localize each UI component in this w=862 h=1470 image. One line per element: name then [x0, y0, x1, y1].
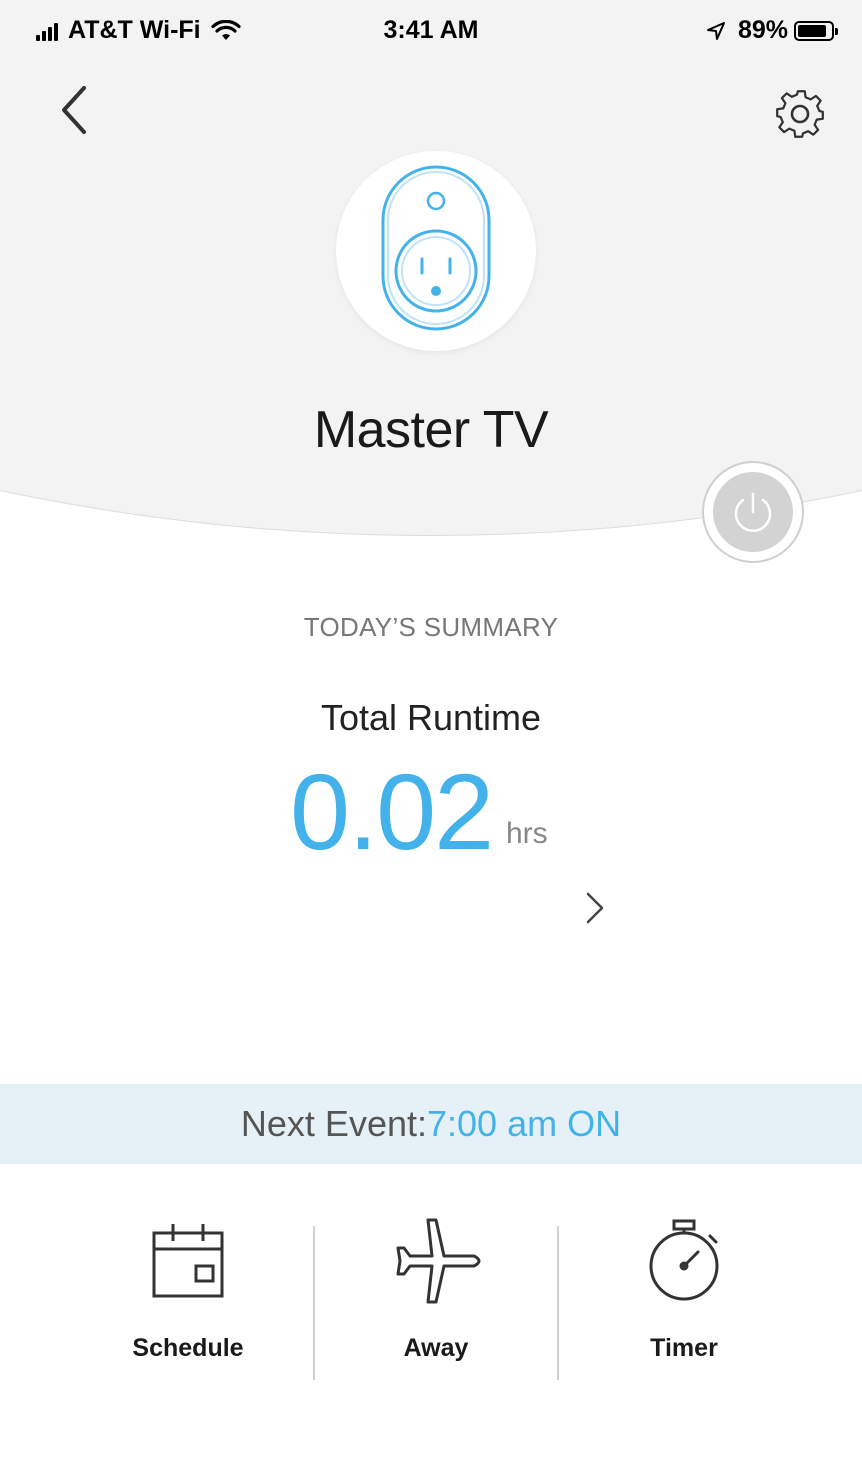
status-right: 89%: [706, 16, 838, 45]
chevron-left-icon: [62, 86, 86, 134]
location-arrow-icon: [706, 21, 725, 40]
gear-icon: [776, 90, 824, 138]
runtime-label: Total Runtime: [320, 697, 542, 738]
action-bar: Schedule Away Timer: [0, 1210, 862, 1400]
schedule-button[interactable]: Schedule: [98, 1210, 278, 1390]
next-event-value: 7:00 am ON: [427, 1103, 622, 1144]
battery-icon: [794, 20, 838, 41]
action-divider: [313, 1226, 315, 1380]
runtime-unit: hrs: [506, 817, 548, 850]
power-toggle-knob: [713, 472, 793, 552]
next-event-bar[interactable]: Next Event: 7:00 am ON: [0, 1084, 862, 1164]
status-bar: AT&T Wi-Fi 3:41 AM 89%: [0, 0, 862, 60]
next-event-label: Next Event:: [240, 1103, 427, 1144]
power-icon: [734, 492, 772, 532]
battery-fill: [798, 24, 827, 37]
battery-tip: [835, 27, 838, 35]
settings-button[interactable]: [770, 84, 830, 144]
chevron-right-icon: [586, 892, 604, 924]
runtime-detail-button[interactable]: [580, 888, 610, 928]
summary-heading: TODAY’S SUMMARY: [303, 612, 559, 642]
power-toggle[interactable]: [702, 461, 804, 563]
battery-percent: 89%: [737, 16, 788, 44]
device-screen: AT&T Wi-Fi 3:41 AM 89% Master TV TODAY’S…: [0, 0, 862, 1470]
device-name: Master TV: [313, 401, 549, 459]
schedule-label: Schedule: [132, 1334, 244, 1362]
timer-label: Timer: [650, 1334, 718, 1362]
action-divider: [557, 1226, 559, 1380]
away-label: Away: [403, 1334, 469, 1362]
device-image: [336, 151, 536, 351]
airplane-icon: [396, 1218, 481, 1304]
stopwatch-icon: [649, 1219, 719, 1301]
calendar-icon: [152, 1224, 224, 1298]
runtime-value: 0.02: [290, 751, 494, 872]
away-button[interactable]: Away: [346, 1210, 526, 1390]
timer-button[interactable]: Timer: [594, 1210, 774, 1390]
back-button[interactable]: [50, 82, 100, 138]
smart-plug-icon: [381, 165, 491, 331]
